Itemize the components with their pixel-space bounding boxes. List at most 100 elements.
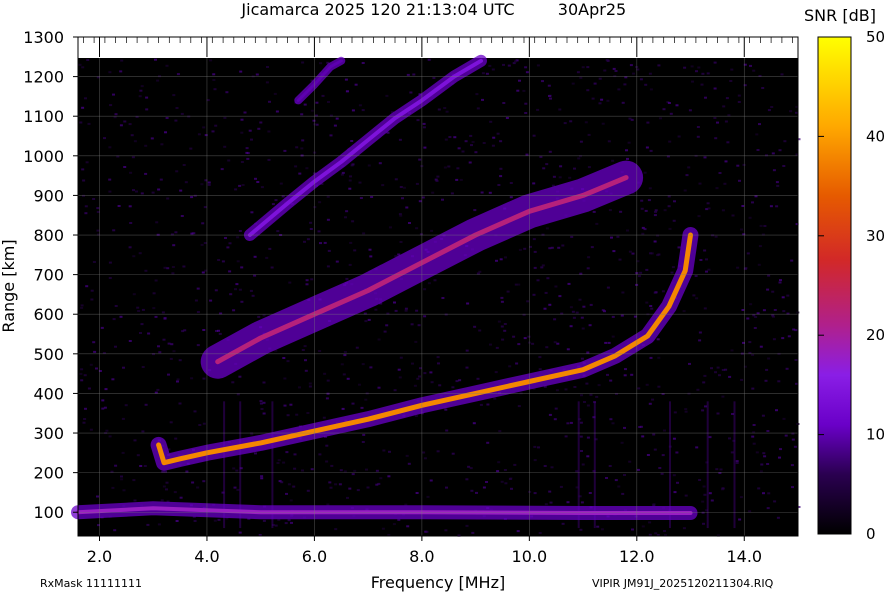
y-tick-label: 200 (33, 464, 64, 483)
noise-pixel (231, 381, 235, 384)
noise-pixel (651, 398, 655, 401)
noise-pixel (367, 164, 371, 167)
noise-pixel (771, 314, 775, 317)
noise-pixel (517, 283, 521, 286)
noise-pixel (266, 66, 269, 68)
noise-pixel (190, 196, 194, 199)
noise-pixel (567, 282, 571, 285)
noise-pixel (500, 300, 504, 303)
noise-pixel (90, 289, 94, 292)
noise-pixel (694, 275, 698, 277)
noise-pixel (414, 340, 418, 343)
noise-pixel (645, 301, 649, 304)
noise-pixel (489, 343, 492, 346)
noise-pixel (628, 117, 632, 120)
noise-pixel (318, 201, 322, 204)
noise-pixel (648, 402, 652, 405)
noise-pixel (232, 467, 236, 470)
noise-pixel (305, 279, 309, 282)
noise-pixel (233, 486, 237, 489)
noise-pixel (579, 421, 583, 424)
noise-pixel (190, 232, 194, 235)
noise-pixel (654, 532, 658, 535)
noise-pixel (335, 260, 339, 263)
noise-pixel (456, 167, 460, 170)
noise-pixel (533, 250, 537, 253)
noise-pixel (334, 483, 338, 486)
noise-pixel (643, 228, 647, 231)
noise-pixel (778, 281, 782, 284)
noise-pixel (284, 522, 288, 525)
noise-pixel (399, 241, 403, 243)
noise-pixel (293, 453, 297, 456)
noise-pixel (586, 436, 590, 439)
noise-pixel (714, 371, 717, 374)
noise-pixel (78, 63, 82, 66)
noise-pixel (751, 435, 755, 438)
noise-pixel (260, 186, 264, 189)
noise-pixel (469, 467, 473, 470)
noise-pixel (139, 89, 143, 92)
noise-pixel (366, 486, 370, 489)
noise-pixel (509, 196, 513, 199)
noise-pixel (171, 266, 175, 268)
noise-pixel (370, 196, 374, 198)
noise-pixel (326, 379, 330, 382)
noise-pixel (583, 401, 586, 403)
noise-pixel (330, 464, 334, 467)
noise-pixel (668, 140, 672, 143)
noise-pixel (704, 405, 707, 408)
noise-pixel (644, 209, 648, 212)
noise-pixel (598, 102, 602, 105)
noise-pixel (497, 461, 501, 464)
noise-pixel (780, 73, 784, 76)
noise-pixel (517, 343, 521, 346)
noise-pixel (503, 469, 507, 471)
noise-pixel (114, 464, 118, 467)
noise-pixel (154, 58, 157, 61)
noise-pixel (533, 445, 537, 448)
noise-pixel (301, 139, 305, 142)
noise-pixel (95, 367, 98, 370)
noise-pixel (581, 463, 585, 466)
noise-pixel (515, 362, 519, 365)
noise-pixel (147, 332, 151, 335)
noise-pixel (470, 144, 473, 147)
noise-pixel (589, 303, 593, 306)
colorbar-title: SNR [dB] (804, 6, 876, 25)
noise-pixel (133, 140, 137, 143)
noise-pixel (443, 166, 447, 169)
noise-pixel (217, 518, 221, 521)
noise-pixel (218, 332, 222, 335)
y-tick-label: 700 (33, 266, 64, 285)
noise-pixel (361, 62, 365, 64)
noise-pixel (138, 95, 142, 98)
x-tick-label: 14.0 (726, 547, 762, 566)
noise-pixel (141, 430, 145, 433)
noise-pixel (245, 151, 249, 154)
noise-pixel (612, 67, 616, 70)
noise-pixel (404, 307, 408, 310)
noise-pixel (754, 316, 758, 318)
noise-pixel (682, 527, 686, 530)
noise-pixel (455, 178, 459, 181)
noise-pixel (657, 356, 661, 359)
noise-pixel (207, 181, 211, 184)
noise-pixel (362, 433, 366, 436)
noise-pixel (794, 359, 798, 361)
noise-pixel (310, 468, 314, 471)
noise-pixel (506, 290, 510, 293)
noise-pixel (430, 229, 434, 232)
noise-pixel (202, 422, 206, 425)
noise-pixel (497, 320, 501, 323)
noise-pixel (163, 266, 167, 269)
noise-pixel (502, 102, 506, 104)
noise-pixel (429, 371, 433, 374)
noise-pixel (139, 465, 143, 467)
noise-pixel (698, 339, 702, 342)
noise-pixel (663, 209, 667, 212)
noise-pixel (259, 121, 263, 124)
noise-pixel (131, 156, 135, 159)
noise-pixel (295, 146, 299, 149)
noise-pixel (349, 175, 352, 178)
